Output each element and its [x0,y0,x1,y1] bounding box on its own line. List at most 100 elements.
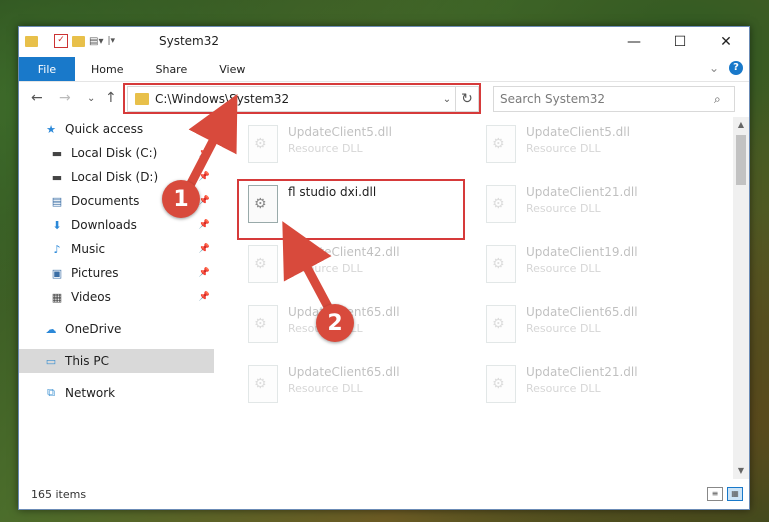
window-title: System32 [159,34,220,48]
minimize-button[interactable]: — [611,27,657,57]
file-type: Resource DLL [526,262,601,275]
expand-ribbon-icon[interactable]: ⌄ [709,61,719,75]
dll-file-icon [486,125,516,163]
status-bar: 165 items ≡ ▦ [19,479,749,509]
computer-icon: ▭ [45,354,57,368]
file-name: UpdateClient21.dll [526,185,638,199]
tab-file[interactable]: File [19,57,75,81]
dll-file-icon [486,185,516,223]
file-item[interactable]: UpdateClient42.dll Resource DLL [240,241,460,293]
dll-file-icon [248,125,278,163]
toolbar-dropdown-icon[interactable]: |▾ [107,36,115,46]
dll-file-icon [486,245,516,283]
help-icon[interactable]: ? [729,61,743,75]
pin-icon: 📌 [198,220,210,230]
sidebar-item-local-disk-c[interactable]: ▬ Local Disk (C:) 📌 [19,141,214,165]
file-name: UpdateClient65.dll [288,365,400,379]
pin-icon: 📌 [198,244,210,254]
sidebar-item-music[interactable]: ♪ Music 📌 [19,237,214,261]
dll-file-icon [248,305,278,343]
music-icon: ♪ [53,242,61,256]
sidebar-item-label: Quick access [65,122,144,136]
tab-home[interactable]: Home [75,63,139,76]
pin-icon: 📌 [198,148,210,158]
up-button[interactable]: ↑ [105,90,117,106]
sidebar-item-label: OneDrive [65,322,122,336]
sidebar-item-label: Documents [71,194,140,208]
file-type: Resource DLL [288,382,363,395]
forward-button[interactable]: → [59,90,71,106]
navigation-bar: ← → ⌄ ↑ C:\Windows\System32 ⌄ ↻ Search S… [19,82,749,116]
details-view-icon[interactable]: ≡ [707,487,723,501]
dll-file-icon [248,245,278,283]
step-1-badge: 1 [162,180,200,218]
file-type: Resource DLL [288,262,363,275]
file-name: UpdateClient19.dll [526,245,638,259]
properties-icon[interactable]: ✓ [54,34,68,48]
close-button[interactable]: ✕ [703,27,749,57]
dll-file-icon [248,365,278,403]
sidebar-item-label: This PC [65,354,109,368]
file-list: UpdateClient5.dll Resource DLL fl studio… [216,117,732,477]
sidebar-item-label: Videos [71,290,111,304]
star-icon: ★ [46,122,56,136]
back-button[interactable]: ← [31,90,43,106]
sidebar-item-pictures[interactable]: ▣ Pictures 📌 [19,261,214,285]
scroll-down-icon[interactable]: ▼ [733,463,749,479]
tab-view[interactable]: View [203,63,261,76]
file-name: UpdateClient42.dll [288,245,400,259]
video-icon: ▦ [51,290,63,304]
file-name: UpdateClient5.dll [288,125,392,139]
customize-toolbar-icon[interactable]: ▤▾ [89,36,103,47]
sidebar-item-label: Network [65,386,116,400]
dll-file-icon [486,305,516,343]
item-count: 165 items [31,487,87,501]
search-input[interactable]: Search System32 [494,92,714,106]
file-type: Resource DLL [288,142,363,155]
search-box[interactable]: Search System32 ⌕ [493,86,735,112]
dll-file-icon [486,365,516,403]
sidebar-item-label: Downloads [71,218,137,232]
file-item[interactable]: UpdateClient65.dll Resource DLL [240,361,460,413]
file-item[interactable]: UpdateClient21.dll Resource DLL [478,361,698,413]
vertical-scrollbar[interactable]: ▲ ▼ [733,117,749,479]
tab-share[interactable]: Share [139,63,203,76]
ribbon-right: ⌄ ? [709,61,743,75]
step-2-badge: 2 [316,304,354,342]
pin-icon: 📌 [198,196,210,206]
file-name: UpdateClient21.dll [526,365,638,379]
pictures-icon: ▣ [51,266,63,280]
sidebar-item-this-pc[interactable]: ▭ This PC [19,349,214,373]
maximize-button[interactable]: ☐ [657,27,703,57]
sidebar-item-label: Local Disk (C:) [71,146,158,160]
explorer-window: ✓ ▤▾ |▾ System32 — ☐ ✕ File Home Share V… [18,26,750,510]
recent-locations-button[interactable]: ⌄ [87,93,95,104]
scroll-up-icon[interactable]: ▲ [733,117,749,133]
file-item[interactable]: UpdateClient19.dll Resource DLL [478,241,698,293]
sidebar-item-onedrive[interactable]: ☁ OneDrive [19,317,214,341]
file-item[interactable]: UpdateClient65.dll Resource DLL [478,301,698,353]
file-item[interactable]: UpdateClient5.dll Resource DLL [240,121,460,173]
document-icon: ▤ [51,194,63,208]
sidebar-item-quick-access[interactable]: ★ Quick access [19,117,214,141]
large-icons-view-icon[interactable]: ▦ [727,487,743,501]
address-highlight [123,83,481,114]
network-icon: ⧉ [47,386,55,399]
title-bar: ✓ ▤▾ |▾ System32 — ☐ ✕ [19,27,749,57]
search-icon[interactable]: ⌕ [714,92,734,107]
sidebar-item-network[interactable]: ⧉ Network [19,381,214,405]
quick-access-toolbar: ✓ ▤▾ |▾ [25,34,115,48]
drive-icon: ▬ [51,146,63,160]
file-item[interactable]: UpdateClient21.dll Resource DLL [478,181,698,233]
window-controls: — ☐ ✕ [611,27,749,57]
file-type: Resource DLL [526,142,601,155]
sidebar-item-label: Music [71,242,106,256]
scroll-thumb[interactable] [736,135,746,185]
new-folder-icon[interactable] [72,35,85,47]
file-name: UpdateClient65.dll [526,305,638,319]
sidebar-item-videos[interactable]: ▦ Videos 📌 [19,285,214,309]
cloud-icon: ☁ [45,322,57,336]
sidebar-item-label: Local Disk (D:) [71,170,159,184]
folder-icon [25,35,38,47]
file-item[interactable]: UpdateClient5.dll Resource DLL [478,121,698,173]
